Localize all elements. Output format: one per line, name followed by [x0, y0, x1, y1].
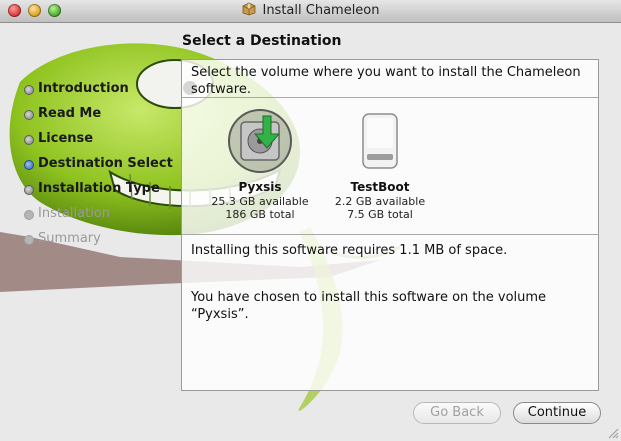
page-title: Select a Destination: [182, 33, 342, 49]
go-back-button[interactable]: Go Back: [413, 402, 501, 424]
step-label: Summary: [38, 231, 101, 246]
volume-total: 186 GB total: [225, 208, 295, 221]
step-label: License: [38, 131, 94, 146]
external-drive-icon: [362, 113, 398, 169]
step-bullet-icon: [24, 185, 34, 195]
step-bullet-icon: [24, 235, 34, 245]
divider: [182, 234, 598, 235]
step-label: Installation: [38, 206, 111, 221]
resize-grip-icon[interactable]: [607, 427, 619, 439]
title-bar[interactable]: Install Chameleon: [0, 0, 621, 23]
instructions-text: Select the volume where you want to inst…: [191, 65, 581, 97]
step-label: Introduction: [38, 81, 129, 96]
step-bullet-icon: [24, 110, 34, 120]
step-label: Read Me: [38, 106, 102, 121]
window-title-container: Install Chameleon: [0, 0, 621, 22]
step-label: Installation Type: [38, 181, 160, 196]
volume-name: TestBoot: [350, 180, 410, 194]
volume-list: Pyxsis 25.3 GB available 186 GB total Te…: [182, 98, 598, 234]
volume-total: 7.5 GB total: [347, 208, 413, 221]
step-bullet-icon: [24, 85, 34, 95]
window-title: Install Chameleon: [262, 3, 380, 18]
installer-window: Install Chameleon Select a Destination I…: [0, 0, 621, 441]
package-icon: [243, 2, 256, 16]
step-label: Destination Select: [38, 156, 173, 171]
step-bullet-icon: [24, 160, 34, 170]
step-bullet-icon: [24, 210, 34, 220]
volume-available: 25.3 GB available: [211, 195, 309, 208]
volume-name: Pyxsis: [238, 180, 282, 194]
hard-drive-selected-icon: [228, 109, 292, 173]
step-bullet-icon: [24, 135, 34, 145]
selection-summary-text: You have chosen to install this software…: [191, 290, 547, 322]
space-required-text: Installing this software requires 1.1 MB…: [191, 243, 508, 258]
continue-button[interactable]: Continue: [513, 402, 601, 424]
destination-panel: Select the volume where you want to inst…: [181, 59, 599, 391]
volume-available: 2.2 GB available: [334, 195, 426, 208]
